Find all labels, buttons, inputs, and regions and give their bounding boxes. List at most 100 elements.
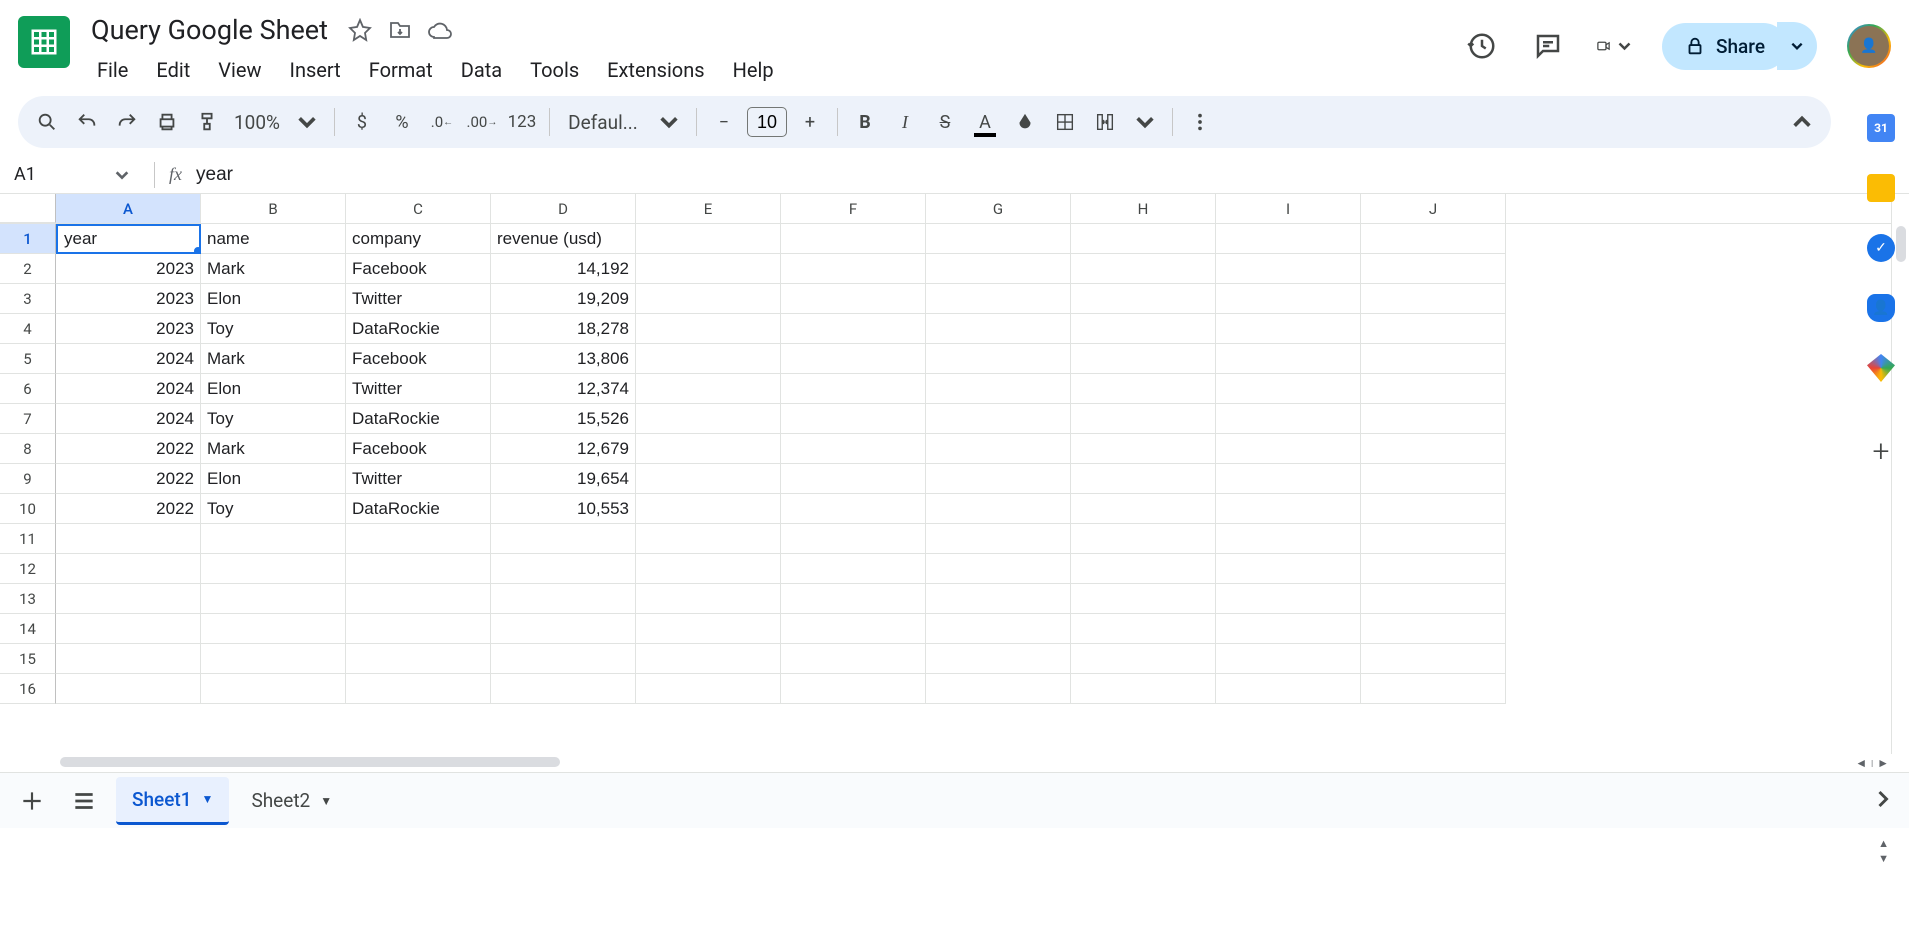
cell-I12[interactable]	[1216, 554, 1361, 584]
borders-button[interactable]	[1046, 103, 1084, 141]
cell-J3[interactable]	[1361, 284, 1506, 314]
cell-J7[interactable]	[1361, 404, 1506, 434]
name-box[interactable]: A1	[0, 164, 140, 185]
scroll-left-icon[interactable]: ◄	[1855, 756, 1867, 770]
cell-J6[interactable]	[1361, 374, 1506, 404]
cell-I15[interactable]	[1216, 644, 1361, 674]
cell-E10[interactable]	[636, 494, 781, 524]
all-sheets-button[interactable]	[64, 781, 104, 821]
cell-A4[interactable]: 2023	[56, 314, 201, 344]
share-button[interactable]: Share	[1662, 23, 1787, 70]
cell-H15[interactable]	[1071, 644, 1216, 674]
cell-B13[interactable]	[201, 584, 346, 614]
cell-D12[interactable]	[491, 554, 636, 584]
cell-D15[interactable]	[491, 644, 636, 674]
cell-I4[interactable]	[1216, 314, 1361, 344]
merge-cells-button[interactable]	[1086, 103, 1124, 141]
cell-A5[interactable]: 2024	[56, 344, 201, 374]
sheet-tab-sheet2[interactable]: Sheet2▼	[235, 777, 348, 825]
cell-A8[interactable]: 2022	[56, 434, 201, 464]
print-icon[interactable]	[148, 103, 186, 141]
bold-button[interactable]: B	[846, 103, 884, 141]
cell-F7[interactable]	[781, 404, 926, 434]
tabs-scroll-right-icon[interactable]	[1869, 785, 1897, 817]
row-header-15[interactable]: 15	[0, 644, 56, 674]
cell-J11[interactable]	[1361, 524, 1506, 554]
cell-J10[interactable]	[1361, 494, 1506, 524]
cell-B16[interactable]	[201, 674, 346, 704]
cell-D2[interactable]: 14,192	[491, 254, 636, 284]
paint-format-icon[interactable]	[188, 103, 226, 141]
cell-F10[interactable]	[781, 494, 926, 524]
cell-H8[interactable]	[1071, 434, 1216, 464]
cell-A16[interactable]	[56, 674, 201, 704]
cell-A15[interactable]	[56, 644, 201, 674]
cell-B1[interactable]: name	[201, 224, 346, 254]
cell-C8[interactable]: Facebook	[346, 434, 491, 464]
cell-G14[interactable]	[926, 614, 1071, 644]
cell-G9[interactable]	[926, 464, 1071, 494]
decrease-decimal-icon[interactable]: .0←	[423, 103, 461, 141]
redo-icon[interactable]	[108, 103, 146, 141]
calendar-app-icon[interactable]: 31	[1867, 114, 1895, 142]
currency-icon[interactable]: $	[343, 103, 381, 141]
cell-J4[interactable]	[1361, 314, 1506, 344]
move-icon[interactable]	[386, 16, 414, 44]
cell-B8[interactable]: Mark	[201, 434, 346, 464]
cell-H9[interactable]	[1071, 464, 1216, 494]
cell-E12[interactable]	[636, 554, 781, 584]
row-header-12[interactable]: 12	[0, 554, 56, 584]
cell-C16[interactable]	[346, 674, 491, 704]
cell-B2[interactable]: Mark	[201, 254, 346, 284]
cell-C10[interactable]: DataRockie	[346, 494, 491, 524]
more-formats-button[interactable]: 123	[503, 103, 541, 141]
share-more-button[interactable]	[1777, 22, 1817, 70]
cell-E9[interactable]	[636, 464, 781, 494]
cell-D5[interactable]: 13,806	[491, 344, 636, 374]
cell-A3[interactable]: 2023	[56, 284, 201, 314]
cell-B4[interactable]: Toy	[201, 314, 346, 344]
increase-decimal-icon[interactable]: .00→	[463, 103, 501, 141]
cell-G1[interactable]	[926, 224, 1071, 254]
cell-C9[interactable]: Twitter	[346, 464, 491, 494]
cell-H12[interactable]	[1071, 554, 1216, 584]
cell-H6[interactable]	[1071, 374, 1216, 404]
history-icon[interactable]	[1464, 28, 1500, 64]
cell-F4[interactable]	[781, 314, 926, 344]
cell-D8[interactable]: 12,679	[491, 434, 636, 464]
document-title[interactable]: Query Google Sheet	[85, 12, 334, 48]
col-header-F[interactable]: F	[781, 194, 926, 223]
cell-J9[interactable]	[1361, 464, 1506, 494]
cell-J1[interactable]	[1361, 224, 1506, 254]
cell-G16[interactable]	[926, 674, 1071, 704]
cell-G5[interactable]	[926, 344, 1071, 374]
row-header-4[interactable]: 4	[0, 314, 56, 344]
row-header-14[interactable]: 14	[0, 614, 56, 644]
cell-J13[interactable]	[1361, 584, 1506, 614]
cell-B5[interactable]: Mark	[201, 344, 346, 374]
menu-format[interactable]: Format	[357, 52, 445, 88]
scroll-right-icon[interactable]: ►	[1877, 756, 1889, 770]
cell-G7[interactable]	[926, 404, 1071, 434]
sheets-logo-icon[interactable]	[18, 16, 70, 68]
cell-G3[interactable]	[926, 284, 1071, 314]
cell-H7[interactable]	[1071, 404, 1216, 434]
vertical-scroll-arrows[interactable]: ▲▼	[1878, 837, 1889, 865]
cell-A13[interactable]	[56, 584, 201, 614]
cell-E4[interactable]	[636, 314, 781, 344]
cell-A2[interactable]: 2023	[56, 254, 201, 284]
cell-J14[interactable]	[1361, 614, 1506, 644]
col-header-A[interactable]: A	[56, 194, 201, 223]
decrease-font-size-button[interactable]: −	[705, 103, 743, 141]
account-avatar[interactable]: 👤	[1847, 24, 1891, 68]
cell-I14[interactable]	[1216, 614, 1361, 644]
cell-B3[interactable]: Elon	[201, 284, 346, 314]
chevron-down-icon[interactable]: ▼	[202, 792, 214, 806]
cell-C7[interactable]: DataRockie	[346, 404, 491, 434]
row-header-16[interactable]: 16	[0, 674, 56, 704]
cell-C1[interactable]: company	[346, 224, 491, 254]
cell-J2[interactable]	[1361, 254, 1506, 284]
fill-color-button[interactable]	[1006, 103, 1044, 141]
cell-E7[interactable]	[636, 404, 781, 434]
cell-H11[interactable]	[1071, 524, 1216, 554]
